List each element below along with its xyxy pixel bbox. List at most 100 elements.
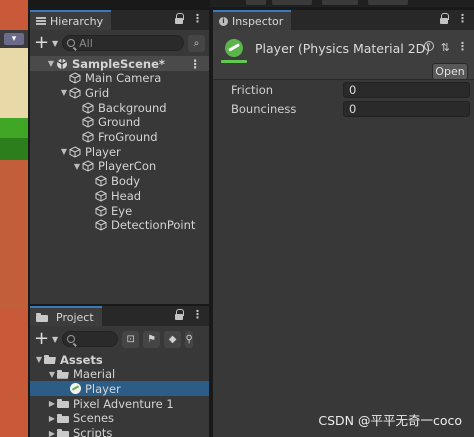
- project-item-label: Maerial: [73, 367, 116, 382]
- hierarchy-item-label: FroGround: [98, 130, 158, 144]
- hierarchy-panel: Hierarchy ⋮ + ▼ All ⌕ ▼ SampleScene* ⋮ Main…: [30, 10, 209, 304]
- gameobject-cube-icon: [82, 160, 94, 172]
- hierarchy-item[interactable]: Ground: [30, 115, 209, 130]
- tab-hierarchy[interactable]: Hierarchy: [30, 10, 112, 30]
- hierarchy-item-label: Head: [111, 188, 142, 203]
- project-search-input[interactable]: [62, 331, 119, 347]
- chevron-down-icon[interactable]: ▼: [52, 39, 58, 48]
- project-item[interactable]: ▶ Scripts: [30, 426, 209, 437]
- hierarchy-tabbar: Hierarchy ⋮: [30, 10, 209, 30]
- expand-arrow-icon[interactable]: ▼: [47, 370, 57, 379]
- favorite-icon[interactable]: ⚲: [185, 330, 194, 348]
- hierarchy-item[interactable]: FroGround: [30, 130, 209, 145]
- tab-inspector[interactable]: i Inspector: [213, 10, 292, 30]
- unity-scene-icon: [56, 58, 68, 70]
- add-object-button[interactable]: +: [34, 34, 49, 52]
- bounciness-label: Bounciness: [231, 102, 297, 116]
- material-stripe: [71, 385, 80, 392]
- folder-icon: [57, 428, 69, 437]
- folder-icon: [57, 413, 69, 423]
- hierarchy-search-input[interactable]: All: [62, 35, 184, 51]
- hierarchy-item-label: SampleScene*: [72, 56, 165, 71]
- hierarchy-item-label: Body: [111, 174, 141, 189]
- kebab-menu-icon[interactable]: ⋮: [192, 309, 203, 320]
- open-button[interactable]: Open: [432, 63, 468, 80]
- hierarchy-item[interactable]: ▼ Grid: [30, 85, 209, 100]
- search-icon: [67, 39, 76, 47]
- kebab-menu-icon[interactable]: ⋮: [457, 13, 468, 24]
- inspector-title: Player (Physics Material 2D): [255, 41, 431, 56]
- kebab-menu-icon[interactable]: ⋮: [192, 13, 203, 24]
- chevron-down-icon[interactable]: ▼: [52, 335, 58, 344]
- scene-mode-dropdown[interactable]: ▾: [4, 33, 24, 45]
- asset-underline: [221, 60, 247, 63]
- search-placeholder: All: [79, 36, 93, 50]
- kebab-menu-icon[interactable]: ⋮: [457, 41, 468, 54]
- gameobject-cube-icon: [82, 102, 94, 114]
- hierarchy-item[interactable]: Main Camera: [30, 71, 209, 86]
- bounciness-input[interactable]: 0: [343, 101, 470, 117]
- hierarchy-item[interactable]: Body: [30, 174, 209, 189]
- info-icon: i: [219, 16, 228, 26]
- friction-input[interactable]: 0: [343, 82, 470, 98]
- hierarchy-scene-row[interactable]: ▼ SampleScene* ⋮: [30, 56, 209, 71]
- create-asset-button[interactable]: +: [34, 330, 49, 348]
- help-icon[interactable]: ?: [423, 41, 434, 51]
- expand-arrow-icon[interactable]: ▼: [72, 162, 82, 171]
- expand-arrow-icon[interactable]: ▼: [46, 59, 56, 68]
- hierarchy-tab-label: Hierarchy: [50, 14, 104, 28]
- gameobject-cube-icon: [69, 146, 81, 158]
- hierarchy-item[interactable]: Eye: [30, 203, 209, 218]
- hierarchy-item-label: Grid: [85, 85, 110, 100]
- folder-icon: [36, 312, 48, 322]
- expand-arrow-icon[interactable]: ▼: [34, 355, 44, 364]
- project-item[interactable]: ▼ Maerial: [30, 367, 209, 382]
- collapse-arrow-icon[interactable]: ▶: [47, 399, 57, 408]
- scene-sky: [0, 48, 28, 118]
- hierarchy-item[interactable]: Head: [30, 188, 209, 203]
- scene-view[interactable]: ▾: [0, 0, 28, 437]
- search-by-type-icon[interactable]: ⊡: [122, 330, 140, 348]
- project-item-label: Assets: [60, 352, 103, 367]
- lock-icon[interactable]: [175, 13, 184, 24]
- expand-arrow-icon[interactable]: ▼: [59, 147, 69, 156]
- collapse-arrow-icon[interactable]: ▶: [47, 429, 57, 437]
- scene-toolbar: ▾: [0, 30, 28, 48]
- project-item[interactable]: ▶ Scenes: [30, 411, 209, 426]
- collapse-arrow-icon[interactable]: ▶: [47, 414, 57, 423]
- project-item[interactable]: ▶ Pixel Adventure 1: [30, 396, 209, 411]
- presets-icon[interactable]: ⇅: [441, 41, 450, 54]
- project-item-label: Scripts: [73, 426, 113, 437]
- bounciness-field: Bounciness 0: [231, 101, 470, 117]
- folder-icon: [44, 355, 56, 364]
- gameobject-cube-icon: [95, 190, 107, 202]
- hierarchy-item[interactable]: ▼ Player: [30, 144, 209, 159]
- tab-project[interactable]: Project: [30, 306, 102, 326]
- gameobject-cube-icon: [82, 116, 94, 128]
- friction-field: Friction 0: [231, 82, 470, 98]
- inspector-tabbar: i Inspector ⋮: [213, 10, 474, 30]
- kebab-menu-icon[interactable]: ⋮: [190, 57, 202, 71]
- lock-icon[interactable]: [175, 309, 184, 320]
- inspector-panel: i Inspector ⋮ Player (Physics Material 2…: [213, 10, 474, 437]
- hierarchy-item-label: Background: [98, 100, 167, 115]
- lock-icon[interactable]: [440, 13, 449, 24]
- tag-icon[interactable]: ◆: [164, 330, 182, 348]
- hierarchy-toolbar: + ▼ All ⌕: [30, 30, 209, 56]
- expand-arrow-icon[interactable]: ▼: [59, 88, 69, 97]
- hierarchy-item-label: PlayerCon: [98, 159, 157, 174]
- project-item-label: Pixel Adventure 1: [73, 396, 174, 411]
- project-item[interactable]: Player: [30, 381, 209, 397]
- project-item[interactable]: ▼ Assets: [30, 352, 209, 367]
- scene-grass-shadow: [0, 138, 28, 160]
- hierarchy-item-label: Eye: [111, 203, 133, 218]
- hierarchy-item-label: Player: [85, 144, 121, 159]
- search-filter-icon[interactable]: ⌕: [188, 34, 205, 52]
- hierarchy-item[interactable]: DetectionPoint: [30, 218, 209, 233]
- filter-by-label-icon[interactable]: ⚑: [143, 330, 161, 348]
- gameobject-cube-icon: [95, 204, 107, 217]
- gameobject-cube-icon: [69, 87, 81, 99]
- panel-divider: [30, 304, 209, 306]
- hierarchy-item[interactable]: ▼ PlayerCon: [30, 159, 209, 174]
- hierarchy-item[interactable]: Background: [30, 100, 209, 115]
